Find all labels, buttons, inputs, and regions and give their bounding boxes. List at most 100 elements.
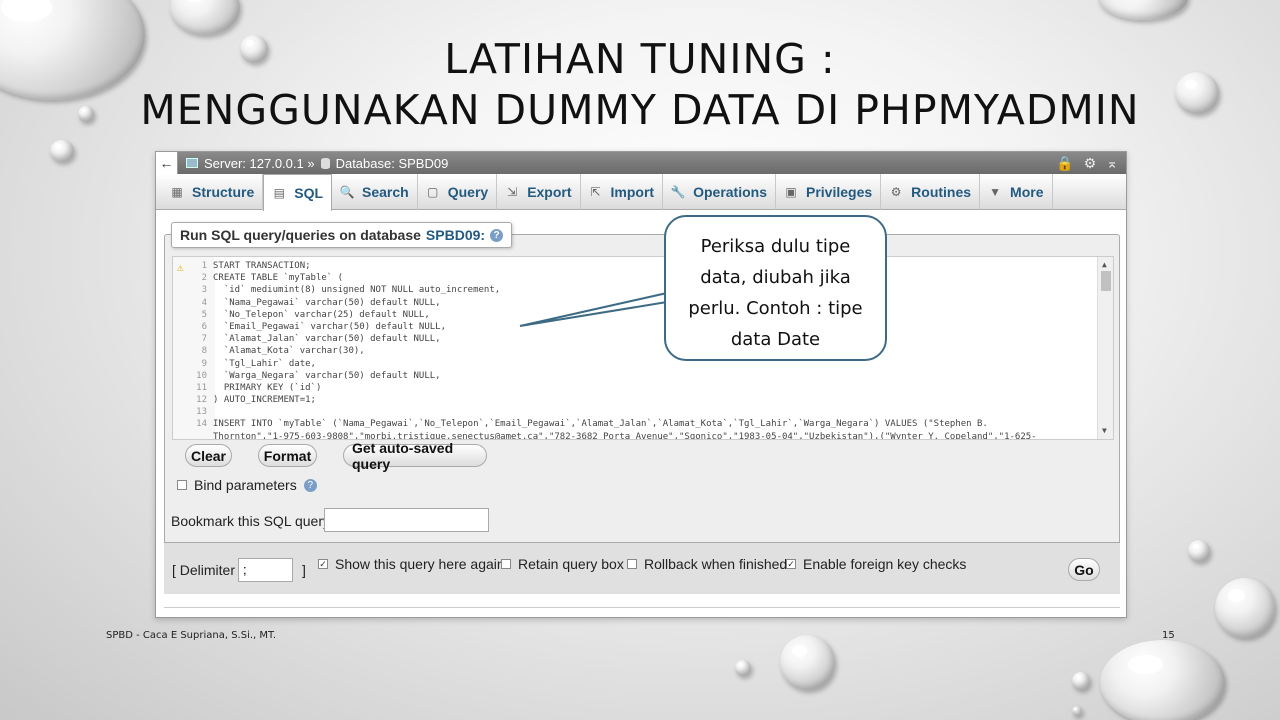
- tab-query[interactable]: ▢ Query: [418, 174, 498, 210]
- sql-editor[interactable]: ⚠ 1 START TRANSACTION; 2 CREATE TABLE `myTa…: [172, 256, 1114, 440]
- breadcrumb-server[interactable]: Server: 127.0.0.1 »: [204, 156, 315, 171]
- collapse-icon[interactable]: ⌅: [1106, 155, 1118, 172]
- checkbox[interactable]: [177, 480, 187, 490]
- tab-label: Operations: [693, 184, 767, 200]
- tab-more[interactable]: ▼ More: [980, 174, 1053, 210]
- callout-line: perlu. Contoh : tipe: [688, 298, 863, 319]
- code-text: `Alamat_Jalan` varchar(50) default NULL,: [213, 334, 441, 345]
- rollback-checkbox[interactable]: Rollback when finished: [627, 556, 787, 572]
- tab-label: SQL: [294, 185, 324, 201]
- lock-icon[interactable]: 🔒: [1056, 155, 1073, 172]
- delimiter-input[interactable]: ;: [238, 558, 293, 582]
- code-text: ) AUTO_INCREMENT=1;: [213, 395, 316, 406]
- tab-label: Export: [527, 184, 572, 200]
- routines-icon: ⚙: [890, 185, 902, 199]
- callout-line: data Date: [730, 329, 821, 350]
- tab-label: More: [1010, 184, 1044, 200]
- checkbox[interactable]: ✓: [318, 559, 328, 569]
- tab-label: Search: [362, 184, 409, 200]
- editor-line: 1 START TRANSACTION;: [173, 260, 1093, 272]
- foreign-key-checks-label: Enable foreign key checks: [803, 556, 967, 572]
- line-number: 8: [201, 346, 207, 357]
- line-number: 1: [201, 261, 207, 271]
- legend-text: Run SQL query/queries on database: [180, 227, 421, 243]
- checkbox[interactable]: [627, 559, 637, 569]
- database-icon: [320, 157, 330, 169]
- help-icon[interactable]: ?: [303, 478, 317, 492]
- tab-label: Structure: [192, 184, 255, 200]
- import-icon: ⇱: [590, 185, 601, 199]
- tab-import[interactable]: ⇱ Import: [581, 174, 664, 210]
- code-text: `Warga_Negara` varchar(50) default NULL,: [213, 370, 441, 381]
- query-icon: ▢: [427, 185, 439, 199]
- editor-line: 6 `Email_Pegawai` varchar(50) default NU…: [173, 321, 1093, 333]
- line-number: 2: [201, 273, 207, 284]
- bottom-divider: [164, 607, 1120, 608]
- code-text: `Nama_Pegawai` varchar(50) default NULL,: [213, 297, 441, 308]
- editor-line: 14 INSERT INTO `myTable` (`Nama_Pegawai`,…: [173, 418, 1093, 430]
- retain-query-label: Retain query box: [518, 556, 624, 572]
- water-drop: [1175, 72, 1219, 114]
- water-drop: [50, 140, 74, 162]
- code-text: `No_Telepon` varchar(25) default NULL,: [213, 309, 430, 320]
- water-drop: [1188, 540, 1210, 562]
- retain-query-box-checkbox[interactable]: Retain query box: [501, 556, 624, 572]
- editor-line: Thornton","1-975-603-9808","morbi.tristi…: [173, 431, 1093, 440]
- delimiter-close-label: ]: [302, 562, 306, 578]
- water-drop: [1098, 0, 1188, 20]
- scrollbar-thumb[interactable]: [1101, 271, 1111, 291]
- code-text: `id` mediumint(8) unsigned NOT NULL auto…: [213, 285, 501, 296]
- water-drop: [1072, 706, 1082, 716]
- editor-line: 10 `Warga_Negara` varchar(50) default NU…: [173, 370, 1093, 382]
- gear-icon[interactable]: ⚙: [1084, 155, 1097, 172]
- search-icon: 🔍: [339, 185, 355, 199]
- title-line-2: MENGGUNAKAN DUMMY DATA DI PHPMYADMIN: [140, 86, 1140, 134]
- tab-operations[interactable]: 🔧 Operations: [663, 174, 776, 210]
- editor-line: 7 `Alamat_Jalan` varchar(50) default NUL…: [173, 333, 1093, 345]
- foreign-key-checks-checkbox[interactable]: ✓ Enable foreign key checks: [786, 556, 966, 572]
- get-autosaved-query-button[interactable]: Get auto-saved query: [343, 440, 487, 472]
- slide-page-number: 15: [1162, 630, 1175, 641]
- bind-parameters-checkbox[interactable]: Bind parameters ?: [177, 477, 317, 493]
- clear-button[interactable]: Clear: [185, 444, 232, 467]
- back-arrow-icon[interactable]: ←: [156, 152, 178, 174]
- checkbox[interactable]: ✓: [786, 559, 796, 569]
- bookmark-input[interactable]: [324, 508, 489, 532]
- code-text: PRIMARY KEY (`id`): [213, 382, 322, 393]
- code-text: `Email_Pegawai` varchar(50) default NULL…: [213, 321, 446, 332]
- callout-line: Periksa dulu tipe: [700, 236, 851, 257]
- line-number: 10: [196, 370, 207, 381]
- scroll-down-icon[interactable]: ▼: [1102, 425, 1107, 437]
- tab-sql[interactable]: ▤ SQL: [263, 174, 333, 211]
- rollback-label: Rollback when finished: [644, 556, 788, 572]
- tab-privileges[interactable]: ▣ Privileges: [776, 174, 882, 210]
- breadcrumb-database[interactable]: Database: SPBD09: [336, 156, 449, 171]
- editor-line: 13: [173, 406, 1093, 418]
- editor-scrollbar[interactable]: ▲ ▼: [1097, 257, 1113, 439]
- water-drop: [78, 106, 94, 122]
- legend-database: SPBD09:: [425, 227, 486, 243]
- tab-search[interactable]: 🔍 Search: [332, 174, 418, 210]
- bind-parameters-label: Bind parameters: [194, 477, 297, 493]
- checkbox[interactable]: [501, 559, 511, 569]
- help-icon[interactable]: ?: [490, 228, 504, 242]
- tab-label: Query: [447, 184, 489, 200]
- show-query-checkbox[interactable]: ✓ Show this query here again: [318, 556, 505, 572]
- tab-routines[interactable]: ⚙ Routines: [881, 174, 981, 210]
- line-number: 3: [201, 285, 207, 296]
- tab-export[interactable]: ⇲ Export: [497, 174, 581, 210]
- water-drop: [170, 0, 240, 35]
- code-text: Thornton","1-975-603-9808","morbi.tristi…: [213, 431, 1037, 440]
- editor-line: 12) AUTO_INCREMENT=1;: [173, 394, 1093, 406]
- code-text: `Tgl_Lahir` date,: [213, 358, 316, 369]
- phpmyadmin-window: ← Server: 127.0.0.1 » Database: SPBD09 🔒…: [155, 151, 1127, 618]
- editor-line: 8 `Alamat_Kota` varchar(30),: [173, 345, 1093, 357]
- format-button[interactable]: Format: [258, 444, 317, 467]
- delimiter-open-label: [ Delimiter: [172, 562, 236, 578]
- scroll-up-icon[interactable]: ▲: [1102, 259, 1107, 271]
- water-drop: [735, 660, 751, 676]
- wrench-icon: 🔧: [670, 185, 686, 199]
- go-button[interactable]: Go: [1068, 558, 1100, 581]
- privileges-icon: ▣: [785, 185, 797, 199]
- tab-structure[interactable]: ▦ Structure: [162, 174, 264, 210]
